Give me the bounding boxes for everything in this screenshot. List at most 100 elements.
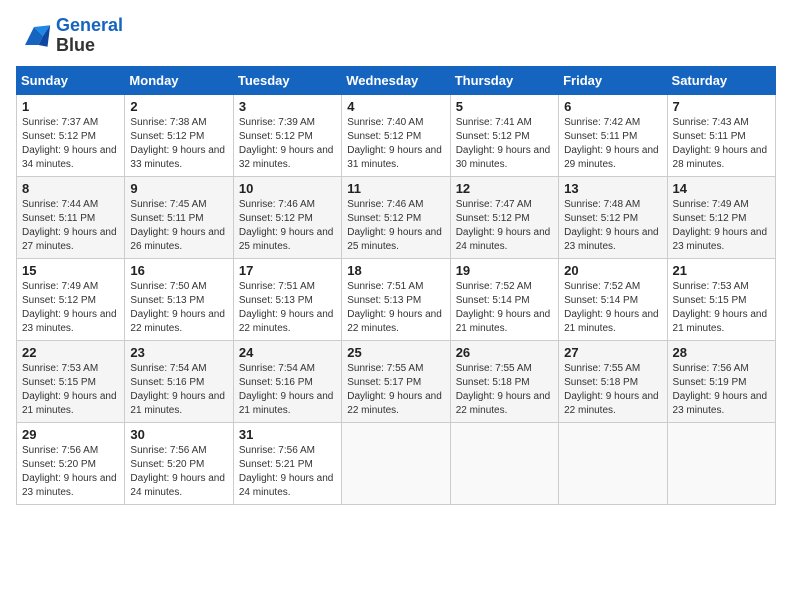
- header-thursday: Thursday: [450, 66, 558, 94]
- day-info: Sunrise: 7:53 AM Sunset: 5:15 PM Dayligh…: [22, 362, 119, 418]
- day-number: 2: [130, 99, 227, 114]
- day-number: 10: [239, 181, 336, 196]
- calendar-cell: 5 Sunrise: 7:41 AM Sunset: 5:12 PM Daylig…: [450, 94, 558, 176]
- calendar-week-4: 22 Sunrise: 7:53 AM Sunset: 5:15 PM Dayli…: [17, 340, 776, 422]
- day-info: Sunrise: 7:53 AM Sunset: 5:15 PM Dayligh…: [673, 280, 770, 336]
- day-number: 5: [456, 99, 553, 114]
- calendar-cell: 30 Sunrise: 7:56 AM Sunset: 5:20 PM Dayli…: [125, 422, 233, 504]
- day-number: 4: [347, 99, 444, 114]
- day-info: Sunrise: 7:38 AM Sunset: 5:12 PM Dayligh…: [130, 116, 227, 172]
- calendar-cell: [450, 422, 558, 504]
- calendar-cell: [667, 422, 775, 504]
- calendar-cell: 4 Sunrise: 7:40 AM Sunset: 5:12 PM Daylig…: [342, 94, 450, 176]
- day-info: Sunrise: 7:49 AM Sunset: 5:12 PM Dayligh…: [673, 198, 770, 254]
- day-info: Sunrise: 7:52 AM Sunset: 5:14 PM Dayligh…: [456, 280, 553, 336]
- header-saturday: Saturday: [667, 66, 775, 94]
- day-info: Sunrise: 7:56 AM Sunset: 5:20 PM Dayligh…: [130, 444, 227, 500]
- calendar-cell: 20Sunrise: 7:52 AM Sunset: 5:14 PM Dayli…: [559, 258, 667, 340]
- header-sunday: Sunday: [17, 66, 125, 94]
- day-number: 31: [239, 427, 336, 442]
- day-info: Sunrise: 7:48 AM Sunset: 5:12 PM Dayligh…: [564, 198, 661, 254]
- day-info: Sunrise: 7:51 AM Sunset: 5:13 PM Dayligh…: [239, 280, 336, 336]
- calendar-cell: 9 Sunrise: 7:45 AM Sunset: 5:11 PM Daylig…: [125, 176, 233, 258]
- day-number: 3: [239, 99, 336, 114]
- calendar-cell: 18Sunrise: 7:51 AM Sunset: 5:13 PM Dayli…: [342, 258, 450, 340]
- calendar-cell: 31 Sunrise: 7:56 AM Sunset: 5:21 PM Dayli…: [233, 422, 341, 504]
- day-info: Sunrise: 7:56 AM Sunset: 5:21 PM Dayligh…: [239, 444, 336, 500]
- day-number: 11: [347, 181, 444, 196]
- header-tuesday: Tuesday: [233, 66, 341, 94]
- day-info: Sunrise: 7:49 AM Sunset: 5:12 PM Dayligh…: [22, 280, 119, 336]
- calendar-cell: 29 Sunrise: 7:56 AM Sunset: 5:20 PM Dayli…: [17, 422, 125, 504]
- calendar-cell: 14 Sunrise: 7:49 AM Sunset: 5:12 PM Dayli…: [667, 176, 775, 258]
- day-info: Sunrise: 7:55 AM Sunset: 5:18 PM Dayligh…: [456, 362, 553, 418]
- day-number: 30: [130, 427, 227, 442]
- calendar-week-3: 15 Sunrise: 7:49 AM Sunset: 5:12 PM Dayli…: [17, 258, 776, 340]
- day-info: Sunrise: 7:55 AM Sunset: 5:18 PM Dayligh…: [564, 362, 661, 418]
- calendar-cell: 28 Sunrise: 7:56 AM Sunset: 5:19 PM Dayli…: [667, 340, 775, 422]
- day-info: Sunrise: 7:56 AM Sunset: 5:19 PM Dayligh…: [673, 362, 770, 418]
- calendar-cell: 26 Sunrise: 7:55 AM Sunset: 5:18 PM Dayli…: [450, 340, 558, 422]
- calendar-cell: 11 Sunrise: 7:46 AM Sunset: 5:12 PM Dayli…: [342, 176, 450, 258]
- day-number: 8: [22, 181, 119, 196]
- logo-text: GeneralBlue: [56, 16, 123, 56]
- calendar-cell: 24 Sunrise: 7:54 AM Sunset: 5:16 PM Dayli…: [233, 340, 341, 422]
- day-number: 14: [673, 181, 770, 196]
- day-info: Sunrise: 7:52 AM Sunset: 5:14 PM Dayligh…: [564, 280, 661, 336]
- day-info: Sunrise: 7:44 AM Sunset: 5:11 PM Dayligh…: [22, 198, 119, 254]
- header-friday: Friday: [559, 66, 667, 94]
- calendar-cell: 16 Sunrise: 7:50 AM Sunset: 5:13 PM Dayli…: [125, 258, 233, 340]
- day-number: 16: [130, 263, 227, 278]
- logo-icon: [16, 18, 52, 54]
- calendar-cell: 27 Sunrise: 7:55 AM Sunset: 5:18 PM Dayli…: [559, 340, 667, 422]
- day-info: Sunrise: 7:50 AM Sunset: 5:13 PM Dayligh…: [130, 280, 227, 336]
- day-number: 26: [456, 345, 553, 360]
- day-info: Sunrise: 7:46 AM Sunset: 5:12 PM Dayligh…: [239, 198, 336, 254]
- day-number: 15: [22, 263, 119, 278]
- calendar-cell: 21 Sunrise: 7:53 AM Sunset: 5:15 PM Dayli…: [667, 258, 775, 340]
- calendar-cell: 25 Sunrise: 7:55 AM Sunset: 5:17 PM Dayli…: [342, 340, 450, 422]
- day-info: Sunrise: 7:43 AM Sunset: 5:11 PM Dayligh…: [673, 116, 770, 172]
- day-info: Sunrise: 7:54 AM Sunset: 5:16 PM Dayligh…: [130, 362, 227, 418]
- calendar-cell: 6 Sunrise: 7:42 AM Sunset: 5:11 PM Daylig…: [559, 94, 667, 176]
- calendar-cell: 23Sunrise: 7:54 AM Sunset: 5:16 PM Dayli…: [125, 340, 233, 422]
- day-number: 19: [456, 263, 553, 278]
- calendar-cell: 22 Sunrise: 7:53 AM Sunset: 5:15 PM Dayli…: [17, 340, 125, 422]
- day-number: 22: [22, 345, 119, 360]
- day-number: 12: [456, 181, 553, 196]
- day-info: Sunrise: 7:47 AM Sunset: 5:12 PM Dayligh…: [456, 198, 553, 254]
- day-info: Sunrise: 7:37 AM Sunset: 5:12 PM Dayligh…: [22, 116, 119, 172]
- day-number: 25: [347, 345, 444, 360]
- calendar-cell: 10 Sunrise: 7:46 AM Sunset: 5:12 PM Dayli…: [233, 176, 341, 258]
- day-info: Sunrise: 7:54 AM Sunset: 5:16 PM Dayligh…: [239, 362, 336, 418]
- day-number: 28: [673, 345, 770, 360]
- day-number: 29: [22, 427, 119, 442]
- calendar-table: SundayMondayTuesdayWednesdayThursdayFrid…: [16, 66, 776, 505]
- header-wednesday: Wednesday: [342, 66, 450, 94]
- day-number: 7: [673, 99, 770, 114]
- day-number: 24: [239, 345, 336, 360]
- calendar-cell: 19 Sunrise: 7:52 AM Sunset: 5:14 PM Dayli…: [450, 258, 558, 340]
- calendar-cell: [559, 422, 667, 504]
- day-info: Sunrise: 7:39 AM Sunset: 5:12 PM Dayligh…: [239, 116, 336, 172]
- page-header: GeneralBlue: [16, 16, 776, 56]
- day-number: 21: [673, 263, 770, 278]
- day-info: Sunrise: 7:56 AM Sunset: 5:20 PM Dayligh…: [22, 444, 119, 500]
- calendar-week-2: 8 Sunrise: 7:44 AM Sunset: 5:11 PM Daylig…: [17, 176, 776, 258]
- day-number: 9: [130, 181, 227, 196]
- day-info: Sunrise: 7:45 AM Sunset: 5:11 PM Dayligh…: [130, 198, 227, 254]
- day-info: Sunrise: 7:41 AM Sunset: 5:12 PM Dayligh…: [456, 116, 553, 172]
- day-number: 13: [564, 181, 661, 196]
- day-info: Sunrise: 7:55 AM Sunset: 5:17 PM Dayligh…: [347, 362, 444, 418]
- calendar-cell: 12 Sunrise: 7:47 AM Sunset: 5:12 PM Dayli…: [450, 176, 558, 258]
- day-number: 17: [239, 263, 336, 278]
- day-number: 18: [347, 263, 444, 278]
- calendar-cell: 2 Sunrise: 7:38 AM Sunset: 5:12 PM Daylig…: [125, 94, 233, 176]
- calendar-week-1: 1 Sunrise: 7:37 AM Sunset: 5:12 PM Daylig…: [17, 94, 776, 176]
- day-info: Sunrise: 7:42 AM Sunset: 5:11 PM Dayligh…: [564, 116, 661, 172]
- day-number: 6: [564, 99, 661, 114]
- day-number: 1: [22, 99, 119, 114]
- day-info: Sunrise: 7:40 AM Sunset: 5:12 PM Dayligh…: [347, 116, 444, 172]
- day-number: 27: [564, 345, 661, 360]
- day-info: Sunrise: 7:46 AM Sunset: 5:12 PM Dayligh…: [347, 198, 444, 254]
